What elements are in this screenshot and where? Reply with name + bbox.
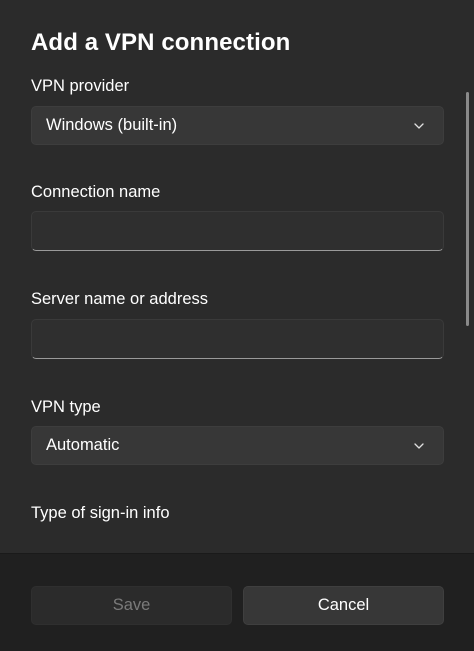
vertical-scrollbar[interactable] bbox=[466, 92, 469, 326]
save-button[interactable]: Save bbox=[31, 586, 232, 625]
connection-name-input[interactable] bbox=[31, 211, 444, 251]
dialog-content: Add a VPN connection VPN provider Window… bbox=[0, 0, 474, 553]
vpn-type-dropdown[interactable]: Automatic bbox=[31, 426, 444, 465]
chevron-down-icon bbox=[414, 442, 424, 449]
cancel-button[interactable]: Cancel bbox=[243, 586, 444, 625]
vpn-provider-label: VPN provider bbox=[31, 77, 130, 95]
sign-in-info-label: Type of sign-in info bbox=[31, 504, 170, 522]
vpn-provider-dropdown[interactable]: Windows (built-in) bbox=[31, 106, 444, 145]
add-vpn-dialog: Add a VPN connection VPN provider Window… bbox=[0, 0, 474, 651]
chevron-down-icon bbox=[414, 122, 424, 129]
dialog-title: Add a VPN connection bbox=[31, 29, 291, 56]
server-address-label: Server name or address bbox=[31, 290, 208, 308]
vpn-type-label: VPN type bbox=[31, 398, 101, 416]
vpn-type-value: Automatic bbox=[46, 436, 120, 454]
dialog-footer: Save Cancel bbox=[0, 553, 474, 651]
vpn-provider-value: Windows (built-in) bbox=[46, 116, 178, 134]
connection-name-label: Connection name bbox=[31, 183, 161, 201]
server-address-input[interactable] bbox=[31, 319, 444, 359]
